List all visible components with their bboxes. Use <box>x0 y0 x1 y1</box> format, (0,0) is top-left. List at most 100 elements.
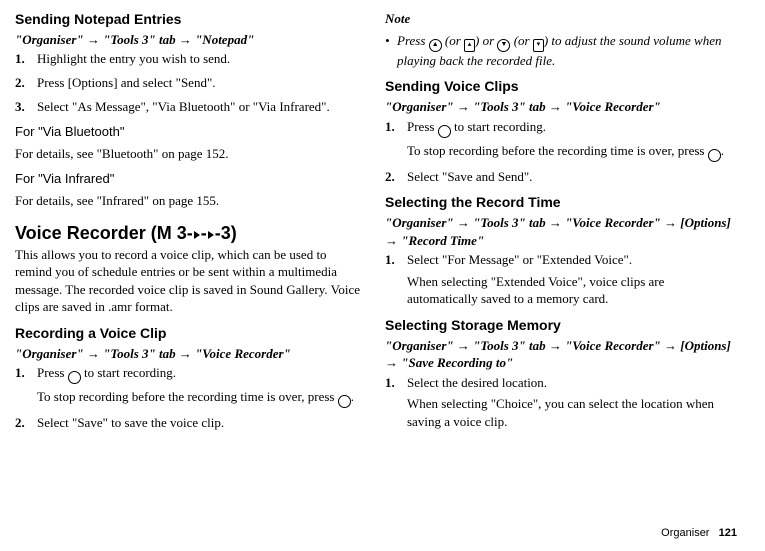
step-number: 2. <box>385 168 407 186</box>
text-part: . <box>721 143 724 158</box>
bc-text: [Options] <box>677 215 731 230</box>
note-text: Press ▲ (or ▴) or ▼ (or ▾) to adjust the… <box>397 32 735 70</box>
step-number: 1. <box>385 374 407 431</box>
text-voice-recorder-desc: This allows you to record a voice clip, … <box>15 246 365 316</box>
page-columns: Sending Notepad Entries "Organiser" → "T… <box>15 10 737 438</box>
bc-text: "Tools 3" tab <box>100 32 179 47</box>
step-number: 1. <box>15 50 37 68</box>
step-item: 2. Press [Options] and select "Send". <box>15 74 365 92</box>
heading-note: Note <box>385 10 735 28</box>
heading-voice-recorder: Voice Recorder (M 3---3) <box>15 221 365 245</box>
steps-svc: 1. Press to start recording. To stop rec… <box>385 118 735 186</box>
heading-storage-memory: Selecting Storage Memory <box>385 316 735 335</box>
text-part: Select "For Message" or "Extended Voice"… <box>407 252 632 267</box>
step-text: Press [Options] and select "Send". <box>37 74 365 92</box>
bc-text: "Notepad" <box>192 32 254 47</box>
bc-text: "Organiser" <box>385 215 457 230</box>
vr-title-c: -3) <box>215 223 237 243</box>
bc-text: "Organiser" <box>15 32 87 47</box>
arrow-icon: → <box>549 99 562 114</box>
steps-ssm: 1. Select the desired location. When sel… <box>385 374 735 431</box>
step-item: 1. Select the desired location. When sel… <box>385 374 735 431</box>
arrow-icon: → <box>87 32 100 47</box>
up-key-icon: ▲ <box>429 39 442 52</box>
arrow-icon: → <box>87 346 100 361</box>
steps-notepad: 1. Highlight the entry you wish to send.… <box>15 50 365 115</box>
step-text: Select the desired location. When select… <box>407 374 735 431</box>
bc-text: "Voice Recorder" <box>562 215 664 230</box>
center-key-icon <box>708 149 721 162</box>
bc-text: [Options] <box>677 338 731 353</box>
right-column: Note • Press ▲ (or ▴) or ▼ (or ▾) to adj… <box>385 10 735 438</box>
heading-sending-notepad: Sending Notepad Entries <box>15 10 365 29</box>
arrow-icon: → <box>549 338 562 353</box>
step-text: Select "As Message", "Via Bluetooth" or … <box>37 98 365 116</box>
step-number: 2. <box>15 414 37 432</box>
step-item: 1. Highlight the entry you wish to send. <box>15 50 365 68</box>
arrow-icon: → <box>385 355 398 370</box>
text-part: ) or <box>475 33 497 48</box>
text-part: Press <box>407 119 438 134</box>
step-text: Select "For Message" or "Extended Voice"… <box>407 251 735 308</box>
step-text: Press to start recording. To stop record… <box>407 118 735 162</box>
triangle-icon <box>194 231 200 239</box>
arrow-icon: → <box>179 32 192 47</box>
text-part: . <box>351 389 354 404</box>
up-rect-key-icon: ▴ <box>464 39 475 52</box>
page-footer: Organiser 121 <box>661 526 737 541</box>
breadcrumb-svc: "Organiser" → "Tools 3" tab → "Voice Rec… <box>385 98 735 116</box>
bc-text: "Tools 3" tab <box>470 99 549 114</box>
arrow-icon: → <box>179 346 192 361</box>
note-body: • Press ▲ (or ▴) or ▼ (or ▾) to adjust t… <box>385 32 735 70</box>
text-part: Press <box>37 365 68 380</box>
step-number: 3. <box>15 98 37 116</box>
text-part: To stop recording before the recording t… <box>407 143 708 158</box>
text-infrared-ref: For details, see "Infrared" on page 155. <box>15 192 365 210</box>
bc-text: "Tools 3" tab <box>470 338 549 353</box>
bc-text: "Organiser" <box>385 338 457 353</box>
bc-text: "Voice Recorder" <box>192 346 291 361</box>
step-item: 2. Select "Save and Send". <box>385 168 735 186</box>
breadcrumb-voice-recorder: "Organiser" → "Tools 3" tab → "Voice Rec… <box>15 345 365 363</box>
step-number: 1. <box>15 364 37 408</box>
footer-label: Organiser <box>661 527 709 539</box>
arrow-icon: → <box>664 215 677 230</box>
step-item: 2. Select "Save" to save the voice clip. <box>15 414 365 432</box>
down-rect-key-icon: ▾ <box>533 39 544 52</box>
step-item: 1. Press to start recording. To stop rec… <box>15 364 365 408</box>
arrow-icon: → <box>385 233 398 248</box>
text-part: to start recording. <box>451 119 546 134</box>
text-bluetooth-ref: For details, see "Bluetooth" on page 152… <box>15 145 365 163</box>
arrow-icon: → <box>457 215 470 230</box>
step-number: 2. <box>15 74 37 92</box>
bc-text: "Voice Recorder" <box>562 99 661 114</box>
text-part: To stop recording before the recording t… <box>37 389 338 404</box>
breadcrumb-srt: "Organiser" → "Tools 3" tab → "Voice Rec… <box>385 214 735 249</box>
arrow-icon: → <box>664 338 677 353</box>
step-text: Select "Save" to save the voice clip. <box>37 414 365 432</box>
center-key-icon <box>68 371 81 384</box>
breadcrumb-ssm: "Organiser" → "Tools 3" tab → "Voice Rec… <box>385 337 735 372</box>
bc-text: "Voice Recorder" <box>562 338 664 353</box>
text-part: (or <box>510 33 532 48</box>
heading-sending-voice-clips: Sending Voice Clips <box>385 77 735 96</box>
step-item: 1. Press to start recording. To stop rec… <box>385 118 735 162</box>
steps-recording: 1. Press to start recording. To stop rec… <box>15 364 365 432</box>
page-number: 121 <box>719 527 737 539</box>
text-part: When selecting "Extended Voice", voice c… <box>407 274 664 307</box>
step-item: 3. Select "As Message", "Via Bluetooth" … <box>15 98 365 116</box>
left-column: Sending Notepad Entries "Organiser" → "T… <box>15 10 365 438</box>
bc-text: "Organiser" <box>385 99 457 114</box>
text-part: to start recording. <box>81 365 176 380</box>
bc-text: "Record Time" <box>398 233 484 248</box>
step-text: Highlight the entry you wish to send. <box>37 50 365 68</box>
breadcrumb-notepad: "Organiser" → "Tools 3" tab → "Notepad" <box>15 31 365 49</box>
text-part: Press <box>397 33 429 48</box>
center-key-icon <box>438 125 451 138</box>
arrow-icon: → <box>457 99 470 114</box>
steps-srt: 1. Select "For Message" or "Extended Voi… <box>385 251 735 308</box>
down-key-icon: ▼ <box>497 39 510 52</box>
center-key-icon <box>338 395 351 408</box>
step-text: Select "Save and Send". <box>407 168 735 186</box>
bc-text: "Organiser" <box>15 346 87 361</box>
